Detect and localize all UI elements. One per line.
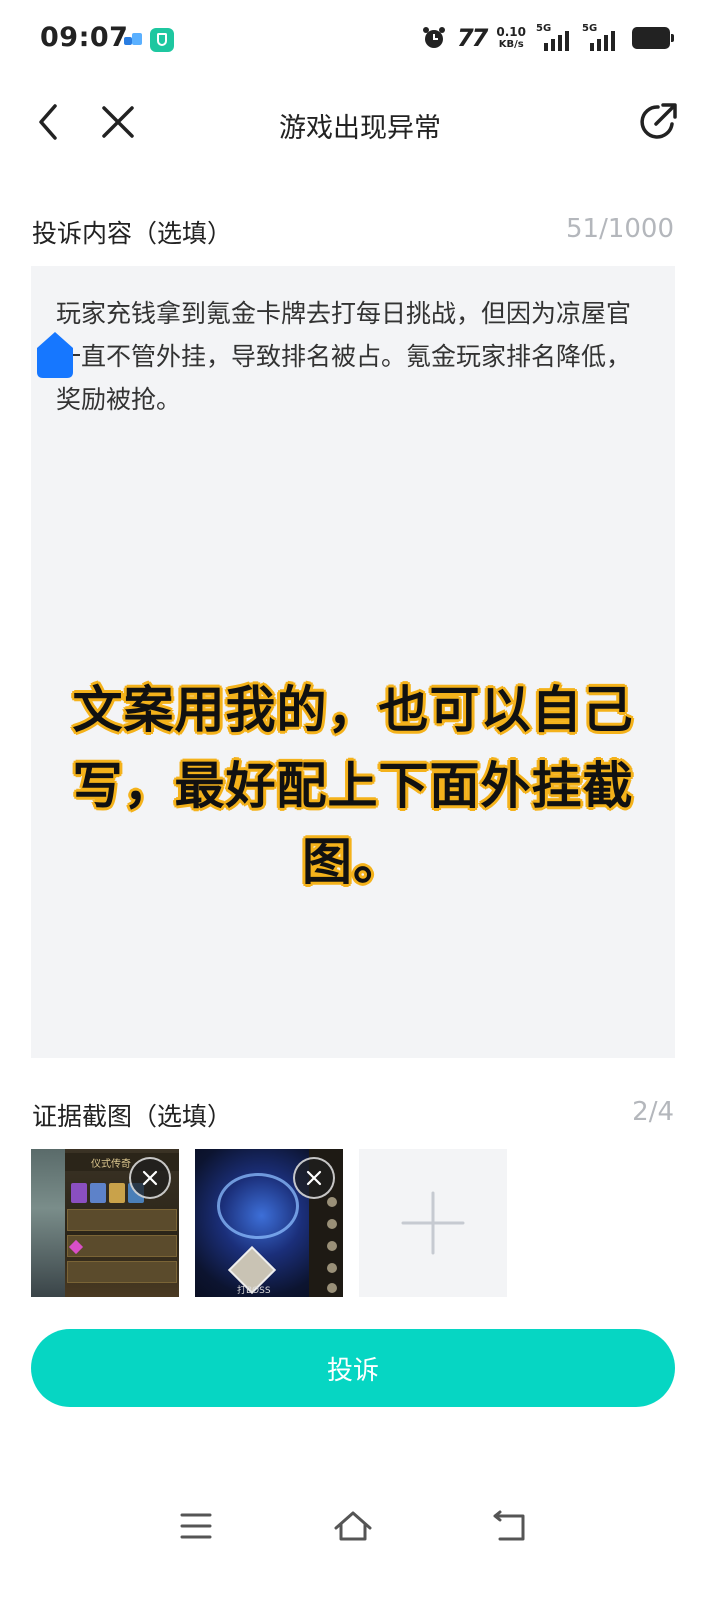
status-app-icons — [124, 28, 174, 52]
back-icon[interactable] — [488, 1504, 532, 1548]
battery-icon — [632, 27, 674, 49]
remove-thumbnail-2-button[interactable] — [293, 1157, 335, 1199]
system-navigation-bar — [0, 1490, 720, 1562]
thumbnail-2-caption: 打BOSS — [237, 1286, 271, 1296]
plus-icon — [401, 1191, 465, 1255]
text-cursor-handle[interactable] — [35, 330, 75, 380]
app-notification-icon — [124, 33, 142, 47]
net-speed: 0.10 KB/s — [496, 26, 526, 50]
security-app-icon — [150, 28, 174, 52]
submit-complaint-button[interactable]: 投诉 — [31, 1329, 675, 1407]
complaint-label: 投诉内容（选填） — [32, 219, 233, 248]
complaint-text: 玩家充钱拿到氪金卡牌去打每日挑战，但因为凉屋官一直不管外挂，导致排名被占。氪金玩… — [56, 299, 632, 414]
close-icon — [306, 1170, 322, 1186]
complaint-textarea[interactable]: 玩家充钱拿到氪金卡牌去打每日挑战，但因为凉屋官一直不管外挂，导致排名被占。氪金玩… — [31, 266, 675, 1058]
net-speed-value: 0.10 — [496, 25, 526, 39]
page-title: 游戏出现异常 — [279, 113, 441, 144]
status-indicators: 77 0.10 KB/s 5G 5G — [421, 23, 674, 52]
status-time: 09:07 — [40, 22, 129, 53]
menu-icon[interactable] — [174, 1504, 218, 1548]
evidence-label: 证据截图（选填） — [32, 1102, 233, 1131]
complaint-counter: 51/1000 — [565, 214, 674, 244]
evidence-counter: 2/4 — [632, 1097, 674, 1127]
add-screenshot-button[interactable] — [359, 1149, 507, 1297]
signal-icon: 5G — [536, 23, 572, 51]
complaint-screen: 09:07 77 0.10 KB/s 5G 5G 游戏出现异常 投诉内容（选填）… — [0, 0, 720, 1600]
evidence-thumbnail-1[interactable]: 仪式传奇 — [31, 1149, 179, 1297]
home-icon[interactable] — [331, 1504, 375, 1548]
signal-icon-2: 5G — [582, 23, 618, 51]
close-icon — [142, 1170, 158, 1186]
overlay-caption: 文案用我的，也可以自己写，最好配上下面外挂截图。 — [72, 681, 634, 891]
net-speed-unit: KB/s — [498, 39, 524, 50]
status-bar: 09:07 77 0.10 KB/s 5G 5G — [0, 0, 720, 80]
share-icon[interactable] — [634, 98, 682, 146]
nfc-indicator: 77 — [456, 24, 488, 52]
header: 游戏出现异常 — [0, 80, 720, 170]
evidence-thumbnail-2[interactable]: 打BOSS — [195, 1149, 343, 1297]
evidence-thumbnails: 仪式传奇 打BOSS — [31, 1149, 507, 1297]
alarm-icon — [422, 27, 445, 48]
thumbnail-1-title: 仪式传奇 — [91, 1159, 131, 1170]
remove-thumbnail-1-button[interactable] — [129, 1157, 171, 1199]
